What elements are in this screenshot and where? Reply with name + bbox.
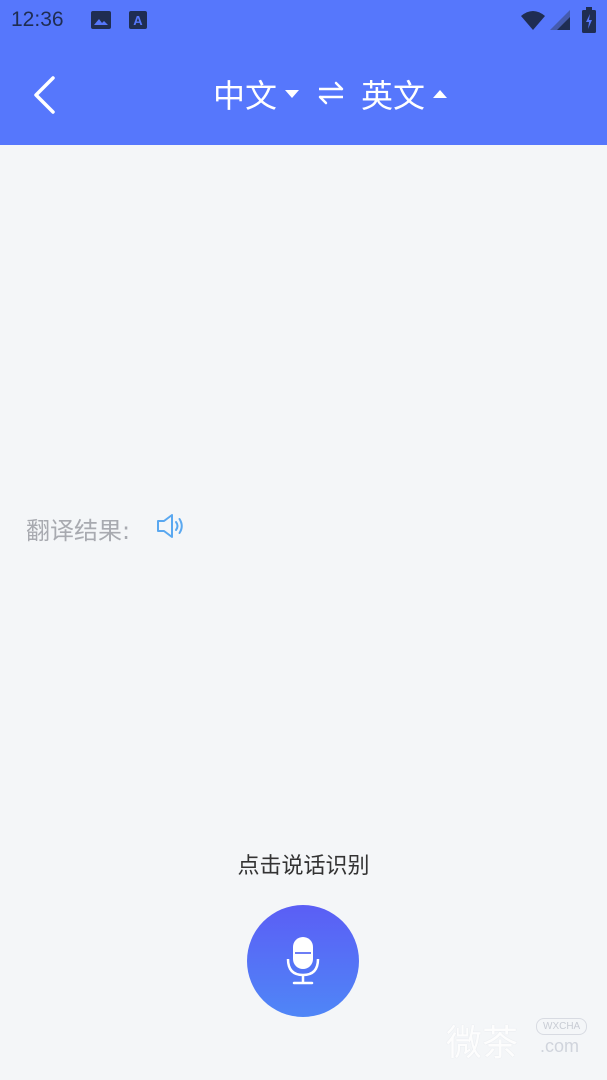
source-language-selector[interactable]: 中文 — [213, 71, 300, 117]
back-arrow-icon[interactable] — [24, 70, 68, 118]
source-language-label: 中文 — [213, 77, 278, 115]
wifi-icon — [521, 11, 545, 30]
signal-icon — [550, 10, 570, 30]
target-language-selector[interactable]: 英文 — [361, 71, 448, 117]
watermark-brand: 微茶 — [446, 1023, 519, 1064]
svg-text:A: A — [133, 13, 143, 28]
speaker-icon[interactable] — [156, 512, 186, 540]
microphone-icon — [286, 937, 320, 985]
caret-down-icon — [285, 90, 300, 98]
app-bar: 中文 英文 — [0, 42, 607, 145]
microphone-button[interactable] — [247, 905, 359, 1017]
status-bar: 12:36 A — [0, 0, 607, 42]
target-language-label: 英文 — [361, 77, 426, 115]
status-time: 12:36 — [11, 8, 64, 31]
caret-up-icon — [433, 90, 448, 98]
translation-result-label: 翻译结果: — [26, 517, 131, 545]
image-icon — [91, 11, 111, 29]
swap-icon[interactable] — [316, 78, 346, 108]
watermark-domain: .com — [540, 1036, 580, 1056]
voice-hint: 点击说话识别 — [237, 854, 370, 879]
text-a-icon: A — [129, 11, 147, 29]
battery-icon — [582, 7, 596, 33]
watermark-logo: 微茶 WXCHA .com — [446, 1014, 596, 1064]
watermark-sub: WXCHA — [536, 1018, 588, 1035]
